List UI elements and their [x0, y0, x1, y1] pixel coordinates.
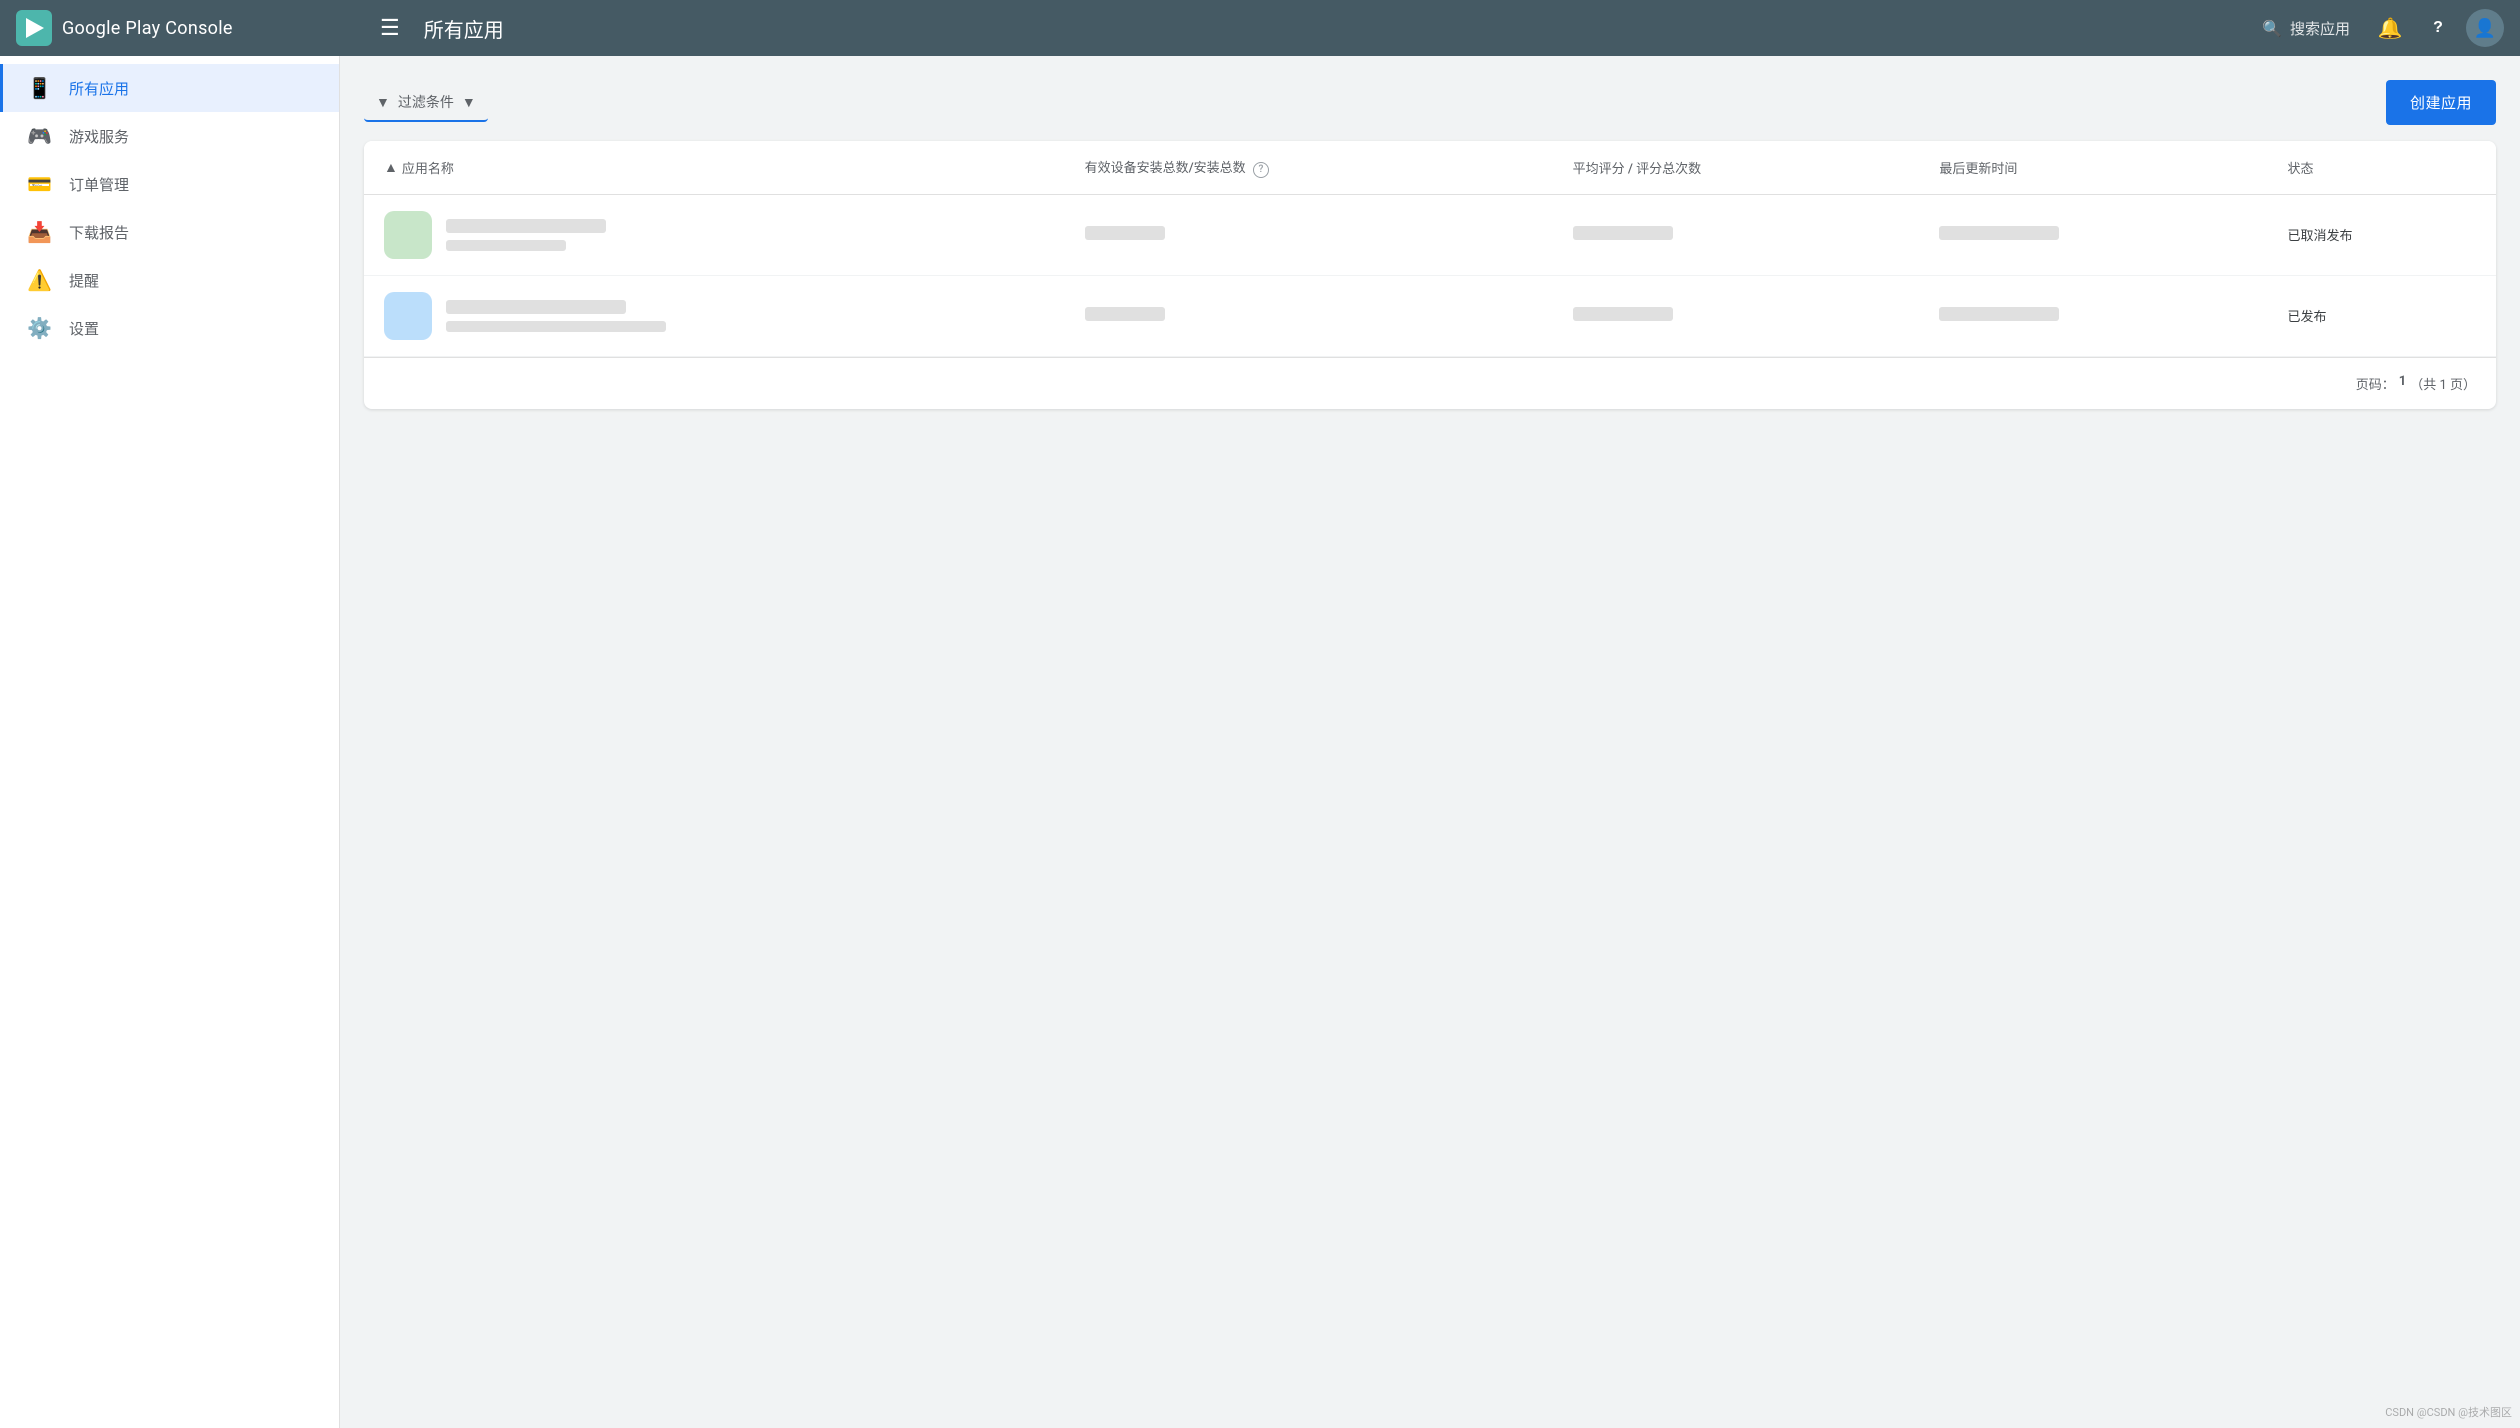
filter-label: 过滤条件: [398, 92, 454, 112]
pagination: 页码： 1 （共 1 页）: [364, 357, 2496, 409]
status-badge-2: 已发布: [2287, 310, 2326, 325]
reports-icon: 📥: [27, 220, 51, 244]
search-area[interactable]: 🔍 搜索应用: [2250, 12, 2362, 45]
updated-redacted-2: [1939, 307, 2059, 321]
sidebar-label-order-mgmt: 订单管理: [69, 174, 129, 195]
rating-cell-1: [1553, 194, 1920, 275]
table-body: 已取消发布: [364, 194, 2496, 356]
header-main: ☰ 所有应用 🔍 搜索应用 🔔 ? 👤: [356, 7, 2504, 49]
settings-icon: ⚙️: [27, 316, 51, 340]
page-title: 所有应用: [424, 14, 504, 43]
top-header: Google Play Console ☰ 所有应用 🔍 搜索应用 🔔 ? 👤: [0, 0, 2520, 56]
status-badge-1: 已取消发布: [2287, 229, 2352, 244]
search-icon: 🔍: [2262, 19, 2282, 38]
help-button[interactable]: ?: [2418, 8, 2458, 48]
pagination-total: （共 1 页）: [2410, 374, 2476, 393]
app-name-cell: [364, 275, 1065, 356]
updated-cell-2: [1919, 275, 2267, 356]
col-rating: 平均评分 / 评分总次数: [1553, 141, 1920, 194]
hamburger-button[interactable]: ☰: [372, 7, 408, 49]
col-installs: 有效设备安装总数/安装总数 ?: [1065, 141, 1553, 194]
rating-redacted-2: [1573, 307, 1673, 321]
sort-asc-icon: ▲: [384, 159, 398, 176]
rating-redacted-1: [1573, 226, 1673, 240]
col-installs-label: 有效设备安装总数/安装总数: [1085, 161, 1246, 176]
all-apps-icon: 📱: [27, 76, 51, 100]
sidebar-label-reports: 下载报告: [69, 222, 129, 243]
pagination-current: 1: [2399, 374, 2406, 393]
col-rating-label: 平均评分 / 评分总次数: [1573, 162, 1702, 177]
table-header: ▲ 应用名称 有效设备安装总数/安装总数 ? 平均评分 / 评分总次数: [364, 141, 2496, 194]
app-info-2: [446, 300, 666, 332]
rating-cell-2: [1553, 275, 1920, 356]
installs-cell-1: [1065, 194, 1553, 275]
filter-button[interactable]: ▼ 过滤条件 ▼: [364, 84, 488, 122]
table-row[interactable]: 已取消发布: [364, 194, 2496, 275]
apps-table: ▲ 应用名称 有效设备安装总数/安装总数 ? 平均评分 / 评分总次数: [364, 141, 2496, 357]
installs-redacted-2: [1085, 307, 1165, 321]
app-name-cell: [364, 194, 1065, 275]
filter-chevron-icon: ▼: [462, 94, 476, 110]
sidebar-item-game-services[interactable]: 🎮 游戏服务: [0, 112, 339, 160]
col-last-updated: 最后更新时间: [1919, 141, 2267, 194]
col-app-name-label: 应用名称: [402, 158, 454, 177]
installs-cell-2: [1065, 275, 1553, 356]
sidebar-item-settings[interactable]: ⚙️ 设置: [0, 304, 339, 352]
installs-info-icon[interactable]: ?: [1253, 162, 1269, 178]
app-layout: 📱 所有应用 🎮 游戏服务 💳 订单管理 📥 下载报告 ⚠️ 提醒 ⚙️ 设置: [0, 56, 2520, 1428]
logo-text: Google Play Console: [62, 18, 233, 39]
sidebar-label-alerts: 提醒: [69, 270, 99, 291]
alerts-icon: ⚠️: [27, 268, 51, 292]
sidebar-item-reports[interactable]: 📥 下载报告: [0, 208, 339, 256]
col-status: 状态: [2267, 141, 2496, 194]
sidebar-label-game-services: 游戏服务: [69, 126, 129, 147]
order-mgmt-icon: 💳: [27, 172, 51, 196]
sidebar: 📱 所有应用 🎮 游戏服务 💳 订单管理 📥 下载报告 ⚠️ 提醒 ⚙️ 设置: [0, 56, 340, 1428]
logo-area: Google Play Console: [16, 10, 356, 46]
table-row[interactable]: 已发布: [364, 275, 2496, 356]
apps-table-container: ▲ 应用名称 有效设备安装总数/安装总数 ? 平均评分 / 评分总次数: [364, 141, 2496, 409]
avatar-icon: 👤: [2474, 18, 2496, 39]
col-last-updated-label: 最后更新时间: [1939, 162, 2017, 177]
app-info-1: [446, 219, 606, 251]
sidebar-item-alerts[interactable]: ⚠️ 提醒: [0, 256, 339, 304]
pagination-label: 页码：: [2356, 374, 2395, 393]
col-status-label: 状态: [2287, 162, 2313, 177]
create-app-button[interactable]: 创建应用: [2386, 80, 2496, 125]
app-icon-2: [384, 292, 432, 340]
sidebar-item-all-apps[interactable]: 📱 所有应用: [0, 64, 339, 112]
filter-bar: ▼ 过滤条件 ▼ 创建应用: [364, 80, 2496, 125]
sidebar-item-order-mgmt[interactable]: 💳 订单管理: [0, 160, 339, 208]
watermark: CSDN @CSDN @技术图区: [2385, 1404, 2512, 1420]
updated-redacted-1: [1939, 226, 2059, 240]
installs-redacted-1: [1085, 226, 1165, 240]
app-name-redacted-1: [446, 219, 606, 233]
status-cell-2: 已发布: [2267, 275, 2496, 356]
app-package-redacted-2: [446, 321, 666, 332]
app-name-redacted-2: [446, 300, 626, 314]
sidebar-label-all-apps: 所有应用: [69, 78, 129, 99]
notification-button[interactable]: 🔔: [2370, 8, 2410, 48]
header-title-area: ☰ 所有应用: [372, 7, 504, 49]
status-cell-1: 已取消发布: [2267, 194, 2496, 275]
app-package-redacted-1: [446, 240, 566, 251]
filter-icon: ▼: [376, 94, 390, 110]
google-play-logo-icon: [16, 10, 52, 46]
sidebar-label-settings: 设置: [69, 318, 99, 339]
game-services-icon: 🎮: [27, 124, 51, 148]
avatar-button[interactable]: 👤: [2466, 9, 2504, 47]
header-actions: 🔍 搜索应用 🔔 ? 👤: [2250, 8, 2504, 48]
notification-icon: 🔔: [2378, 16, 2403, 41]
main-content: ▼ 过滤条件 ▼ 创建应用 ▲ 应用名称: [340, 56, 2520, 1428]
search-text: 搜索应用: [2290, 18, 2350, 39]
help-icon: ?: [2433, 19, 2443, 37]
updated-cell-1: [1919, 194, 2267, 275]
app-icon-1: [384, 211, 432, 259]
col-app-name[interactable]: ▲ 应用名称: [364, 141, 1065, 194]
